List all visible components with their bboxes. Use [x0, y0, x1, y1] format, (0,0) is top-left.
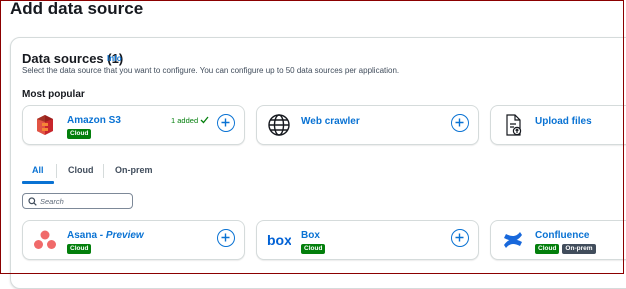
- data-sources-description: Select the data source that you want to …: [22, 66, 400, 75]
- add-button[interactable]: [217, 114, 235, 132]
- amazon-s3-icon: [33, 113, 57, 137]
- data-sources-panel: Data sources (1) Info Select the data so…: [10, 37, 626, 289]
- tab-cloud[interactable]: Cloud: [68, 165, 94, 175]
- filter-tabs: All Cloud On-prem: [22, 162, 626, 184]
- badge-group: Cloud: [67, 244, 92, 254]
- cloud-badge: Cloud: [67, 129, 92, 139]
- source-name[interactable]: Confluence: [535, 230, 589, 241]
- asana-icon: [33, 228, 57, 252]
- plus-icon: [455, 118, 464, 127]
- cloud-badge: Cloud: [67, 244, 92, 254]
- preview-label: - Preview: [97, 230, 144, 241]
- source-card-confluence: Confluence Cloud On-prem: [490, 220, 626, 260]
- active-tab-indicator: [22, 181, 54, 184]
- added-status-text: 1 added: [171, 116, 199, 125]
- cloud-badge: Cloud: [301, 244, 326, 254]
- source-card-web-crawler: Web crawler: [256, 105, 479, 145]
- add-button[interactable]: [451, 229, 469, 247]
- search-icon: [28, 197, 37, 206]
- source-card-amazon-s3: Amazon S3 Cloud 1 added: [22, 105, 245, 145]
- plus-icon: [221, 233, 230, 242]
- badge-group: Cloud: [67, 129, 92, 139]
- search-field: [22, 193, 133, 209]
- tab-divider: [103, 164, 104, 178]
- file-upload-icon: [501, 113, 525, 137]
- source-card-upload-files: Upload files: [490, 105, 626, 145]
- plus-icon: [455, 233, 464, 242]
- source-name[interactable]: Box: [301, 230, 320, 241]
- page-title: Add data source: [10, 0, 144, 18]
- source-name[interactable]: Asana - Preview: [67, 230, 144, 241]
- source-card-box: box Box Cloud: [256, 220, 479, 260]
- box-icon: box: [267, 228, 292, 252]
- info-link[interactable]: Info: [107, 54, 122, 63]
- badge-group: Cloud On-prem: [535, 244, 596, 254]
- source-card-asana: Asana - Preview Cloud: [22, 220, 245, 260]
- cloud-badge: Cloud: [535, 244, 560, 254]
- source-name-text: Asana: [67, 230, 98, 241]
- svg-text:box: box: [267, 232, 291, 248]
- tab-divider: [56, 164, 57, 178]
- tab-all[interactable]: All: [32, 165, 44, 175]
- search-input[interactable]: [40, 195, 128, 207]
- plus-icon: [221, 118, 230, 127]
- globe-icon: [267, 113, 291, 137]
- added-status: 1 added: [171, 116, 209, 125]
- add-button[interactable]: [451, 114, 469, 132]
- most-popular-title: Most popular: [22, 89, 85, 100]
- tab-on-prem[interactable]: On-prem: [115, 165, 153, 175]
- badge-group: Cloud: [301, 244, 326, 254]
- source-name[interactable]: Web crawler: [301, 116, 360, 127]
- confluence-icon: [501, 228, 525, 252]
- source-name[interactable]: Upload files: [535, 116, 592, 127]
- source-name[interactable]: Amazon S3: [67, 115, 121, 126]
- add-button[interactable]: [217, 229, 235, 247]
- on-prem-badge: On-prem: [562, 244, 596, 254]
- checkmark-icon: [200, 116, 209, 124]
